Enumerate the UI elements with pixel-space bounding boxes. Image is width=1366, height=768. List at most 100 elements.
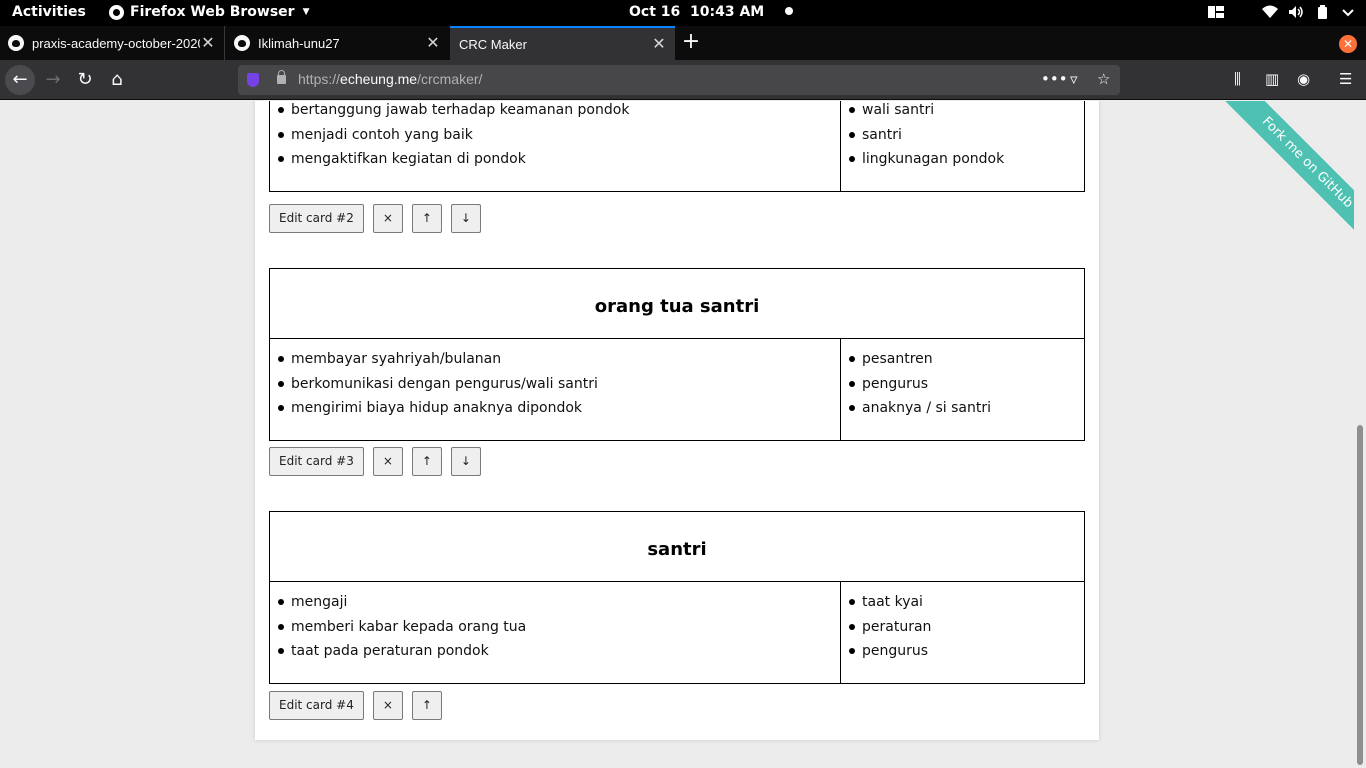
close-tab-icon[interactable]: ✕ (200, 33, 216, 53)
chevron-down-icon: ▼ (302, 7, 310, 17)
account-icon[interactable]: ◉ (1297, 70, 1310, 88)
tracking-shield-icon[interactable] (247, 73, 259, 87)
clock[interactable]: Oct 16 10:43 AM (629, 4, 794, 20)
url-scheme: https:// (298, 71, 341, 87)
collaborator-item: anaknya / si santri (841, 396, 1084, 421)
github-ribbon[interactable]: Fork me on GitHub (1204, 101, 1354, 251)
url-host: echeung.me (340, 71, 418, 87)
collaborators-column: wali santri santri lingkunagan pondok (841, 101, 1084, 191)
notification-dot-icon (785, 7, 794, 15)
clock-date: Oct 16 (629, 4, 681, 20)
app-name: Firefox Web Browser (130, 4, 295, 20)
responsibility-item: berkomunikasi dengan pengurus/wali santr… (270, 372, 840, 397)
crc-card: santri mengaji memberi kabar kepada oran… (269, 511, 1085, 684)
pocket-icon[interactable]: ▿ (1070, 70, 1078, 88)
responsibility-item: bertanggung jawab terhadap keamanan pond… (270, 101, 840, 123)
system-top-bar: Activities Firefox Web Browser ▼ Oct 16 … (0, 0, 1366, 26)
card-title: orang tua santri (270, 269, 1084, 339)
card-actions: Edit card #4 × ↑ (269, 691, 451, 720)
home-button[interactable]: ⌂ (102, 65, 132, 95)
collaborators-column: pesantren pengurus anaknya / si santri (841, 339, 1084, 440)
responsibility-item: membayar syahriyah/bulanan (270, 347, 840, 372)
tab-title: Iklimah-unu27 (258, 35, 340, 51)
github-icon (234, 35, 250, 51)
card-actions: Edit card #3 × ↑ ↓ (269, 447, 490, 476)
responsibility-item: menjadi contoh yang baik (270, 123, 840, 148)
responsibilities-column: bertanggung jawab terhadap keamanan pond… (270, 101, 841, 191)
tab-title: praxis-academy-october-2020 (32, 35, 200, 51)
card-title: santri (270, 512, 1084, 582)
close-tab-icon[interactable]: ✕ (425, 33, 441, 53)
collaborator-item: lingkunagan pondok (841, 147, 1084, 172)
close-tab-icon[interactable]: ✕ (651, 34, 667, 54)
forward-button[interactable]: → (38, 65, 68, 95)
collaborator-item: pengurus (841, 372, 1084, 397)
page-scrollbar[interactable] (1354, 101, 1366, 768)
responsibility-item: mengaji (270, 590, 840, 615)
lock-icon[interactable] (277, 70, 286, 84)
card-body: membayar syahriyah/bulanan berkomunikasi… (270, 339, 1084, 440)
new-tab-button[interactable]: + (680, 26, 702, 60)
collaborators-column: taat kyai peraturan pengurus (841, 582, 1084, 683)
tab-praxis-academy[interactable]: praxis-academy-october-2020 ✕ (0, 26, 225, 60)
menu-icon[interactable]: ☰ (1339, 70, 1352, 88)
reload-button[interactable]: ↻ (70, 65, 100, 95)
volume-icon (1289, 6, 1303, 18)
page-viewport: bertanggung jawab terhadap keamanan pond… (0, 101, 1366, 768)
url-text[interactable]: https://echeung.me/crcmaker/ (298, 71, 482, 87)
system-tray[interactable] (1208, 5, 1356, 19)
move-up-button[interactable]: ↑ (411, 204, 442, 233)
tab-strip: praxis-academy-october-2020 ✕ Iklimah-un… (0, 26, 1366, 60)
collaborator-item: pengurus (841, 639, 1084, 664)
collaborator-item: peraturan (841, 615, 1084, 640)
edit-card-button[interactable]: Edit card #3 (269, 447, 364, 476)
card-actions: Edit card #2 × ↑ ↓ (269, 204, 490, 233)
collaborator-item: taat kyai (841, 590, 1084, 615)
card-body: mengaji memberi kabar kepada orang tua t… (270, 582, 1084, 683)
move-down-button[interactable]: ↓ (450, 447, 481, 476)
github-icon (8, 35, 24, 51)
delete-card-button[interactable]: × (372, 204, 403, 233)
collaborator-item: wali santri (841, 101, 1084, 123)
firefox-icon (109, 4, 124, 20)
tab-crc-maker[interactable]: CRC Maker ✕ (450, 26, 675, 60)
responsibilities-column: mengaji memberi kabar kepada orang tua t… (270, 582, 841, 683)
url-bar[interactable]: https://echeung.me/crcmaker/ ••• ▿ ☆ (238, 65, 1120, 95)
collaborator-item: santri (841, 123, 1084, 148)
move-down-button[interactable]: ↓ (450, 204, 481, 233)
clock-time: 10:43 AM (690, 4, 765, 20)
collaborator-item: pesantren (841, 347, 1084, 372)
library-icon[interactable]: ⫼ (1234, 70, 1241, 88)
close-alert-icon[interactable]: ✕ (1339, 35, 1357, 53)
card-body: bertanggung jawab terhadap keamanan pond… (270, 101, 1084, 191)
delete-card-button[interactable]: × (372, 691, 403, 720)
move-up-button[interactable]: ↑ (411, 691, 442, 720)
wifi-icon (1262, 5, 1278, 18)
crc-card: orang tua santri membayar syahriyah/bula… (269, 268, 1085, 441)
tab-iklimah-unu27[interactable]: Iklimah-unu27 ✕ (226, 26, 449, 60)
activities-button[interactable]: Activities (12, 4, 86, 20)
page-actions-icon[interactable]: ••• (1041, 70, 1068, 88)
responsibility-item: mengirimi biaya hidup anaknya dipondok (270, 396, 840, 421)
responsibility-item: mengaktifkan kegiatan di pondok (270, 147, 840, 172)
responsibility-item: taat pada peraturan pondok (270, 639, 840, 664)
url-path: /crcmaker/ (417, 71, 483, 87)
crc-sheet: bertanggung jawab terhadap keamanan pond… (255, 101, 1099, 740)
delete-card-button[interactable]: × (372, 447, 403, 476)
tab-title: CRC Maker (459, 36, 527, 52)
crc-card: bertanggung jawab terhadap keamanan pond… (269, 101, 1085, 192)
app-menu[interactable]: Firefox Web Browser ▼ (109, 4, 310, 20)
fork-me-link[interactable]: Fork me on GitHub (1222, 101, 1354, 248)
responsibilities-column: membayar syahriyah/bulanan berkomunikasi… (270, 339, 841, 440)
bookmark-star-icon[interactable]: ☆ (1097, 70, 1110, 88)
edit-card-button[interactable]: Edit card #4 (269, 691, 364, 720)
sidebar-icon[interactable]: ▥ (1265, 70, 1279, 88)
edit-card-button[interactable]: Edit card #2 (269, 204, 364, 233)
power-menu-chevron-icon (1342, 9, 1354, 17)
back-button[interactable]: ← (5, 65, 35, 95)
scrollbar-thumb[interactable] (1357, 425, 1363, 765)
move-up-button[interactable]: ↑ (411, 447, 442, 476)
window-layout-icon (1208, 6, 1224, 18)
responsibility-item: memberi kabar kepada orang tua (270, 615, 840, 640)
battery-icon (1318, 5, 1327, 19)
